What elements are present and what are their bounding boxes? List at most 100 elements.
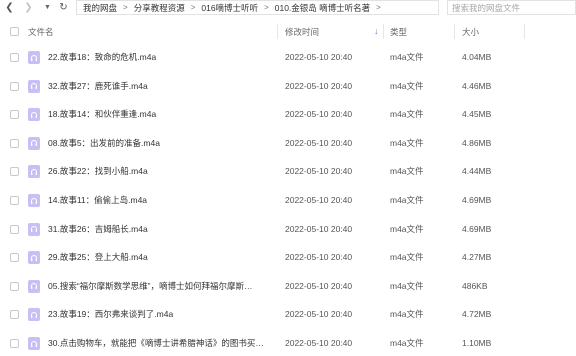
breadcrumb-item[interactable]: 016嘀博士听听 — [201, 2, 258, 14]
file-name[interactable]: 29.故事25：登上大船.m4a — [48, 243, 273, 271]
row-checkbox[interactable] — [10, 224, 19, 234]
file-modified: 2022-05-10 20:40 — [285, 252, 353, 263]
search-box — [447, 0, 576, 15]
file-size: 4.44MB — [462, 166, 492, 177]
file-type: m4a文件 — [390, 280, 424, 291]
file-size: 4.69MB — [462, 195, 492, 205]
file-size: 4.04MB — [462, 52, 492, 62]
file-list-header: 文件名 修改时间 ↓ 类型 大小 — [0, 20, 576, 43]
audio-file-icon — [28, 251, 40, 265]
chevron-right-icon: > — [264, 3, 269, 12]
file-name[interactable]: 31.故事26：吉姆船长.m4a — [48, 215, 273, 243]
breadcrumb-item-root[interactable]: 我的网盘 — [83, 2, 117, 14]
file-modified: 2022-05-10 20:40 — [285, 80, 353, 91]
file-type: m4a文件 — [390, 109, 424, 120]
file-size: 4.45MB — [462, 109, 492, 120]
file-type: m4a文件 — [390, 137, 424, 148]
file-row[interactable]: 29.故事25：登上大船.m4a 2022-05-10 20:40 m4a文件 … — [0, 243, 576, 271]
file-modified: 2022-05-10 20:40 — [285, 280, 353, 291]
audio-file-icon — [28, 51, 40, 64]
file-size: 1.10MB — [462, 338, 492, 348]
file-type: m4a文件 — [390, 252, 424, 263]
audio-file-icon — [28, 136, 40, 150]
row-checkbox[interactable] — [10, 281, 19, 291]
file-row[interactable]: 30.点击购物车，就能把《嘀博士讲希腊神话》的图书买… 2022-05-10 2… — [0, 329, 576, 356]
audio-file-icon — [28, 279, 40, 293]
column-header-modified[interactable]: 修改时间 — [285, 20, 319, 43]
file-row[interactable]: 18.故事14：和伙伴重逢.m4a 2022-05-10 20:40 m4a文件… — [0, 100, 576, 128]
chevron-right-icon: > — [123, 3, 128, 12]
file-type: m4a文件 — [390, 309, 424, 320]
file-name[interactable]: 32.故事27：鹿死谁手.m4a — [48, 72, 273, 100]
audio-file-icon — [28, 308, 40, 322]
chevron-left-icon[interactable]: ❮ — [3, 1, 16, 14]
file-modified: 2022-05-10 20:40 — [285, 109, 353, 120]
refresh-icon[interactable]: ↻ — [57, 1, 70, 14]
audio-file-icon — [28, 108, 40, 122]
file-name[interactable]: 14.故事11：偷偷上岛.m4a — [48, 186, 273, 214]
file-name[interactable]: 22.故事18：致命的危机.m4a — [48, 43, 273, 71]
column-header-name[interactable]: 文件名 — [28, 20, 54, 43]
column-divider — [454, 24, 455, 39]
row-checkbox[interactable] — [10, 110, 19, 120]
column-header-size[interactable]: 大小 — [462, 20, 479, 43]
file-modified: 2022-05-10 20:40 — [285, 338, 353, 348]
sort-descending-icon[interactable]: ↓ — [374, 26, 379, 36]
file-modified: 2022-05-10 20:40 — [285, 195, 353, 205]
row-checkbox[interactable] — [10, 196, 19, 205]
file-name[interactable]: 26.故事22：找到小船.m4a — [48, 157, 273, 185]
file-row[interactable]: 32.故事27：鹿死谁手.m4a 2022-05-10 20:40 m4a文件 … — [0, 72, 576, 100]
audio-file-icon — [28, 165, 40, 179]
audio-file-icon — [28, 222, 40, 236]
file-row[interactable]: 14.故事11：偷偷上岛.m4a 2022-05-10 20:40 m4a文件 … — [0, 186, 576, 214]
column-divider — [524, 24, 525, 39]
file-modified: 2022-05-10 20:40 — [285, 166, 353, 177]
column-header-type[interactable]: 类型 — [390, 20, 407, 43]
file-name[interactable]: 30.点击购物车，就能把《嘀博士讲希腊神话》的图书买… — [48, 329, 273, 356]
column-divider — [277, 24, 278, 39]
file-row[interactable]: 26.故事22：找到小船.m4a 2022-05-10 20:40 m4a文件 … — [0, 157, 576, 185]
file-size: 4.46MB — [462, 80, 492, 91]
row-checkbox[interactable] — [10, 81, 19, 91]
audio-file-icon — [28, 194, 40, 207]
caret-down-icon[interactable]: ▼ — [41, 1, 54, 14]
file-type: m4a文件 — [390, 166, 424, 177]
file-size: 4.72MB — [462, 309, 492, 320]
search-input[interactable] — [452, 2, 575, 13]
row-checkbox[interactable] — [10, 339, 19, 348]
file-row[interactable]: 23.故事19：西尔弗来谈判了.m4a 2022-05-10 20:40 m4a… — [0, 300, 576, 328]
chevron-right-icon: > — [376, 3, 381, 12]
select-all-checkbox[interactable] — [10, 27, 19, 36]
row-checkbox[interactable] — [10, 310, 19, 320]
row-checkbox[interactable] — [10, 138, 19, 148]
file-modified: 2022-05-10 20:40 — [285, 137, 353, 148]
file-modified: 2022-05-10 20:40 — [285, 223, 353, 234]
file-name[interactable]: 23.故事19：西尔弗来谈判了.m4a — [48, 300, 273, 328]
file-modified: 2022-05-10 20:40 — [285, 309, 353, 320]
file-name[interactable]: 18.故事14：和伙伴重逢.m4a — [48, 100, 273, 128]
row-checkbox[interactable] — [10, 253, 19, 263]
row-checkbox[interactable] — [10, 53, 19, 62]
file-name[interactable]: 05.搜索“福尔摩斯数学思维”，嘀博士如何拜福尔摩斯… — [48, 272, 273, 300]
file-type: m4a文件 — [390, 195, 424, 205]
file-size: 4.86MB — [462, 137, 492, 148]
breadcrumb: 我的网盘 > 分享教程资源 > 016嘀博士听听 > 010.金银岛 嘀博士听名… — [76, 0, 439, 15]
chevron-right-icon[interactable]: ❯ — [22, 1, 35, 14]
file-row[interactable]: 22.故事18：致命的危机.m4a 2022-05-10 20:40 m4a文件… — [0, 43, 576, 71]
chevron-right-icon: > — [190, 3, 196, 12]
file-row[interactable]: 08.故事5：出发前的准备.m4a 2022-05-10 20:40 m4a文件… — [0, 129, 576, 157]
file-modified: 2022-05-10 20:40 — [285, 52, 353, 62]
file-type: m4a文件 — [390, 80, 424, 91]
file-row[interactable]: 05.搜索“福尔摩斯数学思维”，嘀博士如何拜福尔摩斯… 2022-05-10 2… — [0, 272, 576, 300]
file-row[interactable]: 31.故事26：吉姆船长.m4a 2022-05-10 20:40 m4a文件 … — [0, 215, 576, 243]
file-size: 4.27MB — [462, 252, 492, 263]
breadcrumb-item-current[interactable]: 010.金银岛 嘀博士听名著 — [275, 2, 370, 14]
toolbar: ❮ ❯ ▼ ↻ 我的网盘 > 分享教程资源 > 016嘀博士听听 > 010.金… — [0, 0, 576, 15]
audio-file-icon — [28, 79, 40, 93]
file-type: m4a文件 — [390, 338, 424, 348]
row-checkbox[interactable] — [10, 167, 19, 177]
breadcrumb-item[interactable]: 分享教程资源 — [134, 2, 185, 14]
file-name[interactable]: 08.故事5：出发前的准备.m4a — [48, 129, 273, 157]
column-divider — [383, 24, 384, 39]
file-size: 4.69MB — [462, 223, 492, 234]
